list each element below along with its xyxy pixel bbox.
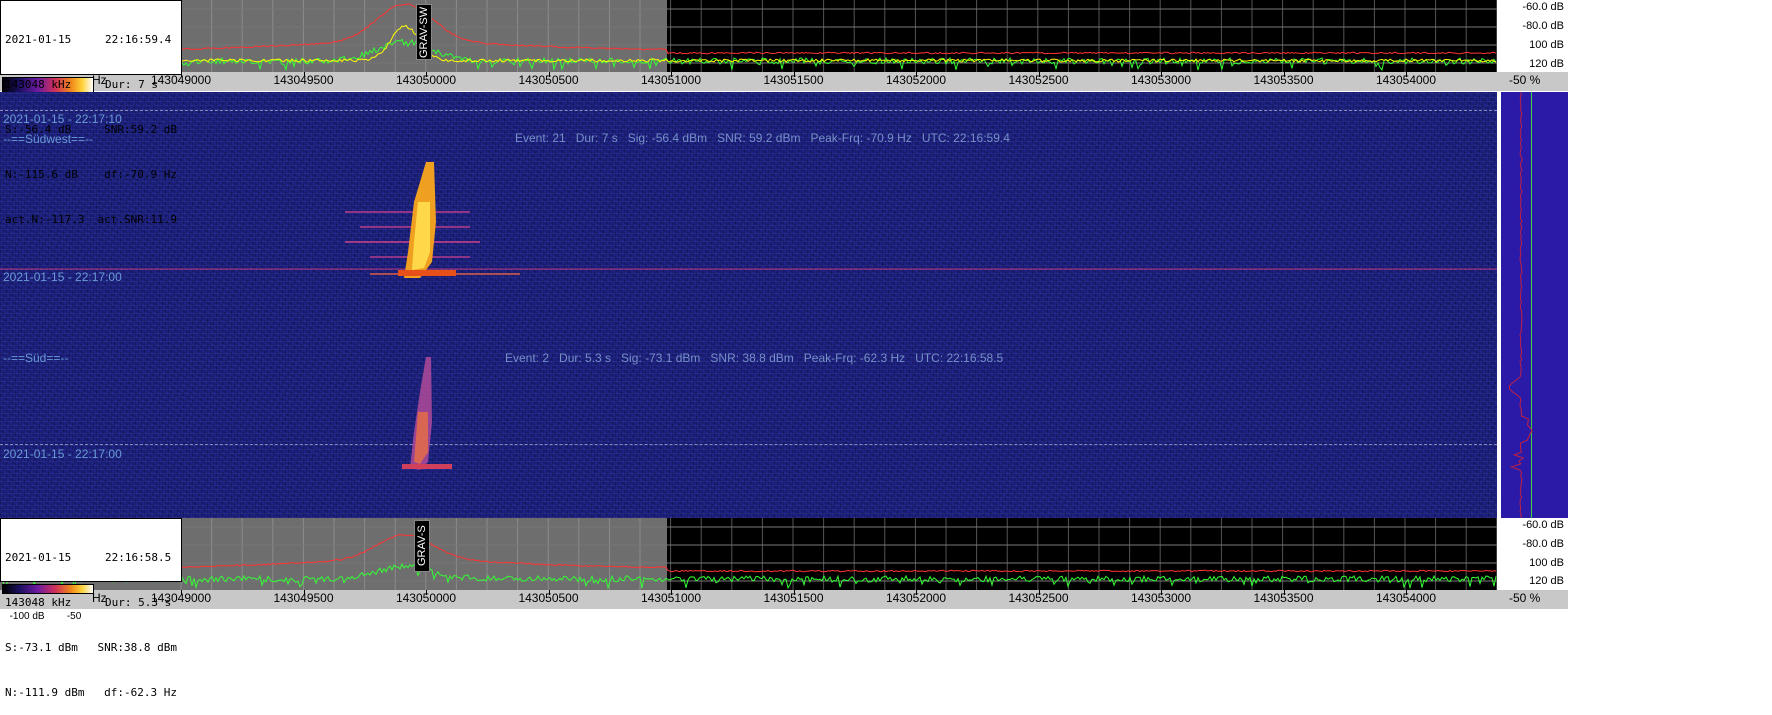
freq-tick-label: 143051500 [763,591,824,605]
info-time: 22:16:58.5 [105,551,172,564]
info-duration: Dur: 7 s [105,78,158,91]
db-label: -60.0 dB [1522,519,1564,531]
freq-tick-label: 143051000 [640,591,702,605]
freq-tick-label: 143053000 [1130,73,1192,87]
peak-hold-trace [0,534,1497,573]
live-spectrum-trace [0,38,1497,72]
info-act-noise: act.N:-117.3 [5,213,85,226]
freq-tick-label: 143053000 [1130,591,1192,605]
top-info-box: 2021-01-15 22:16:59.4 143048 kHz Dur: 7 s … [0,0,182,226]
freq-tick-label: 143053500 [1253,591,1314,605]
db-label: -80.0 dB [1522,538,1564,550]
freq-tick-label: 143050500 [518,73,579,87]
live-spectrum-trace [0,562,1497,590]
info-time: 22:16:59.4 [105,33,172,46]
freq-tick-label: 143050000 [395,591,457,605]
info-df: df:-70.9 Hz [104,168,177,181]
top-db-scale: -60.0 dB -80.0 dB 100 dB 120 dB [1497,0,1568,72]
info-duration: Dur: 5.3 s [105,596,172,609]
freq-tick-label: 143052000 [885,73,947,87]
info-noise: N:-115.6 dB [5,168,78,181]
info-act-snr: act.SNR:11.9 [97,213,177,226]
average-trace [0,24,1497,63]
info-signal: S:-73.1 dBm [5,641,78,654]
bottom-percent-label: -50 % [1497,590,1568,609]
echo-base [402,464,452,469]
freq-tick-label: 143051500 [763,73,824,87]
info-snr: SNR:59.2 dB [104,123,177,136]
bottom-marker-label: GRAV-S [414,520,430,572]
info-signal: S:-56.4 dB [5,123,72,136]
db-label: 100 dB [1529,557,1564,569]
freq-tick-label: 143050500 [518,591,579,605]
freq-tick-label: 143049500 [273,73,334,87]
freq-tick-label: 143054000 [1375,73,1437,87]
db-label: -80.0 dB [1522,20,1564,32]
freq-tick-label: 143052500 [1008,591,1069,605]
top-frequency-axis: Hz 143049000 143049500 143050000 143050500 1… [0,72,1497,91]
top-spectrum-panel [0,0,1497,72]
freq-tick-label: 143049500 [273,591,334,605]
peak-hold-trace [0,3,1497,55]
bottom-frequency-axis: Hz 143049000 143049500 143050000 143050500 1… [0,590,1497,609]
waterfall-display: 2021-01-15 - 22:17:10 --==Südwest==-- Ev… [0,92,1497,518]
sidebar-activity-trace [1508,92,1533,518]
freq-tick-label: 143052500 [1008,73,1069,87]
freq-tick-label: 143054000 [1375,591,1437,605]
bottom-spectrum-panel [0,518,1497,590]
db-label: 120 dB [1529,575,1564,587]
freq-tick-label: 143050000 [395,73,457,87]
freq-tick-label: 143052000 [885,591,947,605]
bottom-db-scale: -60.0 dB -80.0 dB 100 dB 120 dB [1497,518,1568,590]
echo-base [398,270,456,276]
info-date: 2021-01-15 [5,551,72,564]
sidebar-trace-line [1508,92,1533,518]
info-snr: SNR:38.8 dBm [97,641,177,654]
db-label: 100 dB [1529,39,1564,51]
bottom-spectrum-plot [0,518,1497,590]
activity-sidebar [1497,92,1568,518]
top-percent-label: -50 % [1497,72,1568,91]
bottom-info-box: 2021-01-15 22:16:58.5 143048 kHz Dur: 5.3 … [0,518,182,699]
freq-tick-label: 143053500 [1253,73,1314,87]
info-df: df:-62.3 Hz [104,686,177,699]
info-freq: 143048 kHz [5,596,72,609]
info-freq: 143048 kHz [5,78,72,91]
info-noise: N:-111.9 dBm [5,686,85,699]
db-label: 120 dB [1529,58,1564,70]
db-label: -60.0 dB [1522,1,1564,13]
meteor-echo-traces [0,162,1497,470]
info-date: 2021-01-15 [5,33,72,46]
top-marker-label: GRAV-SW [416,4,432,60]
freq-tick-label: 143051000 [640,73,702,87]
top-spectrum-plot [0,0,1497,72]
